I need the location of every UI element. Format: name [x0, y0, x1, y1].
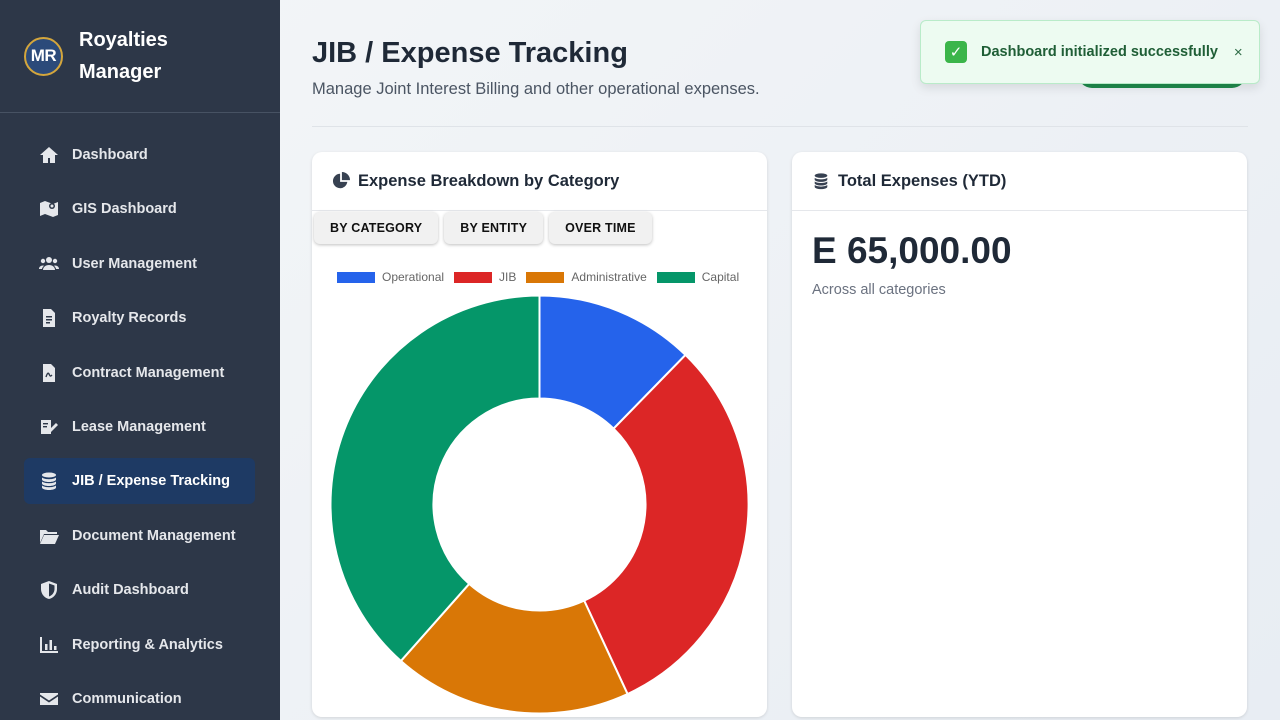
toast-message: Dashboard initialized successfully	[981, 44, 1218, 60]
page-subtitle: Manage Joint Interest Billing and other …	[312, 80, 760, 98]
legend-swatch	[454, 271, 493, 283]
card-title: Total Expenses (YTD)	[838, 171, 1007, 190]
sidebar-item-document-management[interactable]: Document Management	[24, 513, 255, 559]
legend-swatch	[656, 271, 695, 283]
chart-icon	[38, 634, 60, 656]
legend-label: Administrative	[571, 270, 647, 284]
close-icon[interactable]: ×	[1234, 44, 1243, 61]
sidebar-item-label: Communication	[72, 690, 182, 707]
toast-notification: ✓ Dashboard initialized successfully ×	[920, 20, 1260, 84]
brand-name: Royalties Manager	[79, 29, 168, 83]
sidebar-item-label: GIS Dashboard	[72, 201, 177, 218]
total-value: E 65,000.00	[812, 230, 1012, 271]
brand-logo: MR	[24, 36, 63, 76]
chart-legend: Operational JIB Administrative Capital	[337, 270, 749, 284]
sidebar-item-lease-management[interactable]: Lease Management	[24, 404, 255, 450]
legend-label: Capital	[701, 270, 740, 284]
legend-item[interactable]: JIB	[454, 270, 516, 284]
sidebar-item-label: Royalty Records	[72, 310, 187, 327]
tab-by-entity[interactable]: BY ENTITY	[444, 212, 544, 244]
legend-item[interactable]: Capital	[656, 270, 740, 284]
sidebar-item-dashboard[interactable]: Dashboard	[24, 132, 255, 178]
card-header: Expense Breakdown by Category	[312, 152, 767, 211]
total-caption: Across all categories	[812, 282, 946, 298]
tab-by-category[interactable]: BY CATEGORY	[314, 212, 439, 244]
sidebar-item-user-management[interactable]: User Management	[24, 241, 255, 287]
chart-tabs: BY CATEGORY BY ENTITY OVER TIME	[314, 212, 658, 244]
legend-swatch	[337, 271, 375, 283]
sidebar-item-audit-dashboard[interactable]: Audit Dashboard	[24, 567, 255, 613]
shield-icon	[38, 579, 60, 601]
donut-chart	[329, 294, 750, 715]
check-icon: ✓	[945, 41, 967, 63]
sidebar-item-label: Lease Management	[72, 418, 206, 435]
legend-label: Operational	[382, 270, 445, 284]
sidebar-item-jib-expense-tracking[interactable]: JIB / Expense Tracking	[24, 458, 255, 505]
legend-item[interactable]: Operational	[337, 270, 444, 284]
sidebar-item-label: Reporting & Analytics	[72, 636, 223, 653]
sidebar-item-royalty-records[interactable]: Royalty Records	[24, 295, 255, 341]
envelope-icon	[38, 688, 60, 710]
sidebar-item-label: Contract Management	[72, 364, 225, 381]
home-icon	[38, 144, 60, 166]
legend-item[interactable]: Administrative	[526, 270, 647, 284]
sidebar: MR Royalties Manager Dashboard GIS Dashbo…	[0, 0, 280, 720]
contract-icon	[38, 362, 60, 384]
pie-chart-icon	[332, 172, 350, 189]
divider	[312, 126, 1248, 127]
total-expenses-card: Total Expenses (YTD) E 65,000.00 Across …	[792, 152, 1247, 717]
sidebar-item-contract-management[interactable]: Contract Management	[24, 350, 255, 396]
expense-breakdown-card: Expense Breakdown by Category BY CATEGOR…	[312, 152, 767, 717]
users-icon	[38, 253, 60, 275]
sidebar-item-label: User Management	[72, 255, 197, 272]
folder-icon	[38, 525, 60, 547]
sidebar-item-label: Dashboard	[72, 147, 148, 163]
legend-swatch	[526, 271, 565, 283]
card-title: Expense Breakdown by Category	[358, 171, 620, 190]
coins-icon	[814, 173, 828, 190]
sidebar-nav: Dashboard GIS Dashboard User Management Roy…	[24, 132, 255, 720]
legend-label: JIB	[499, 270, 517, 284]
coins-icon	[38, 470, 60, 492]
sidebar-item-label: Document Management	[72, 527, 236, 544]
map-icon	[38, 198, 60, 220]
tab-over-time[interactable]: OVER TIME	[549, 212, 652, 244]
sidebar-item-label: Audit Dashboard	[72, 582, 189, 599]
lease-icon	[38, 416, 60, 438]
page-title: JIB / Expense Tracking	[312, 37, 628, 69]
card-header: Total Expenses (YTD)	[792, 152, 1247, 211]
file-icon	[38, 307, 60, 329]
sidebar-item-gis-dashboard[interactable]: GIS Dashboard	[24, 186, 255, 232]
sidebar-item-reporting-analytics[interactable]: Reporting & Analytics	[24, 622, 255, 668]
sidebar-item-communication[interactable]: Communication	[24, 676, 255, 720]
sidebar-item-label: JIB / Expense Tracking	[72, 473, 230, 490]
brand: MR Royalties Manager	[0, 0, 280, 113]
